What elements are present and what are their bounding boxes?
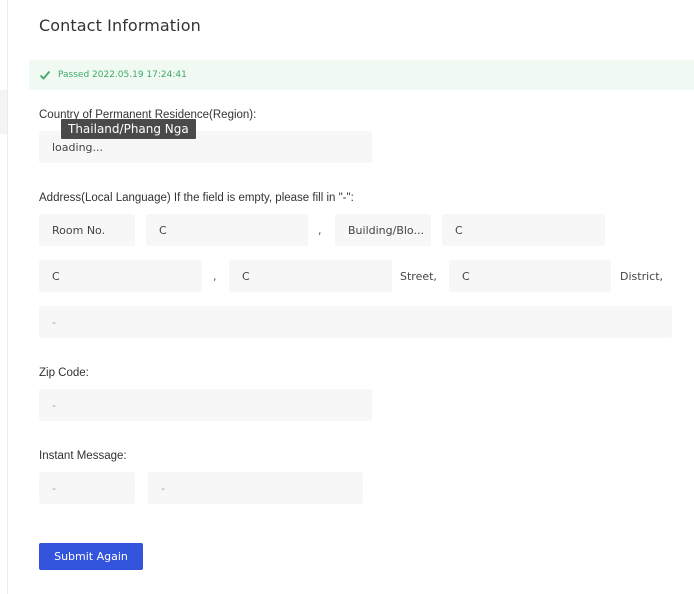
- submit-again-button[interactable]: Submit Again: [39, 543, 143, 570]
- zip-code-label: Zip Code:: [39, 367, 89, 379]
- left-rail-notch: [0, 90, 7, 134]
- check-icon: [39, 69, 51, 81]
- district-suffix: District,: [620, 270, 664, 283]
- instant-message-label: Instant Message:: [39, 450, 127, 462]
- country-tooltip: Thailand/Phang Nga: [61, 119, 196, 139]
- street-suffix: Street,: [400, 270, 437, 283]
- street-input[interactable]: C: [229, 260, 392, 292]
- page-title: Contact Information: [39, 16, 201, 35]
- district-input[interactable]: C: [449, 260, 611, 292]
- status-text: Passed 2022.05.19 17:24:41: [58, 70, 187, 80]
- left-rail: [0, 0, 8, 594]
- address-separator: ,: [318, 224, 322, 237]
- im-type-select[interactable]: -: [39, 472, 135, 504]
- address-detail-input[interactable]: -: [39, 306, 672, 338]
- zip-code-input[interactable]: -: [39, 389, 372, 421]
- building-field[interactable]: Building/Blo...: [335, 214, 431, 246]
- address-field-1[interactable]: C: [39, 260, 202, 292]
- room-no-input[interactable]: C: [146, 214, 308, 246]
- room-no-field[interactable]: Room No.: [39, 214, 135, 246]
- address-label: Address(Local Language) If the field is …: [39, 192, 354, 204]
- building-input[interactable]: C: [442, 214, 605, 246]
- status-banner: Passed 2022.05.19 17:24:41: [29, 60, 694, 90]
- im-id-input[interactable]: -: [148, 472, 363, 504]
- address-separator-2: ,: [213, 270, 217, 283]
